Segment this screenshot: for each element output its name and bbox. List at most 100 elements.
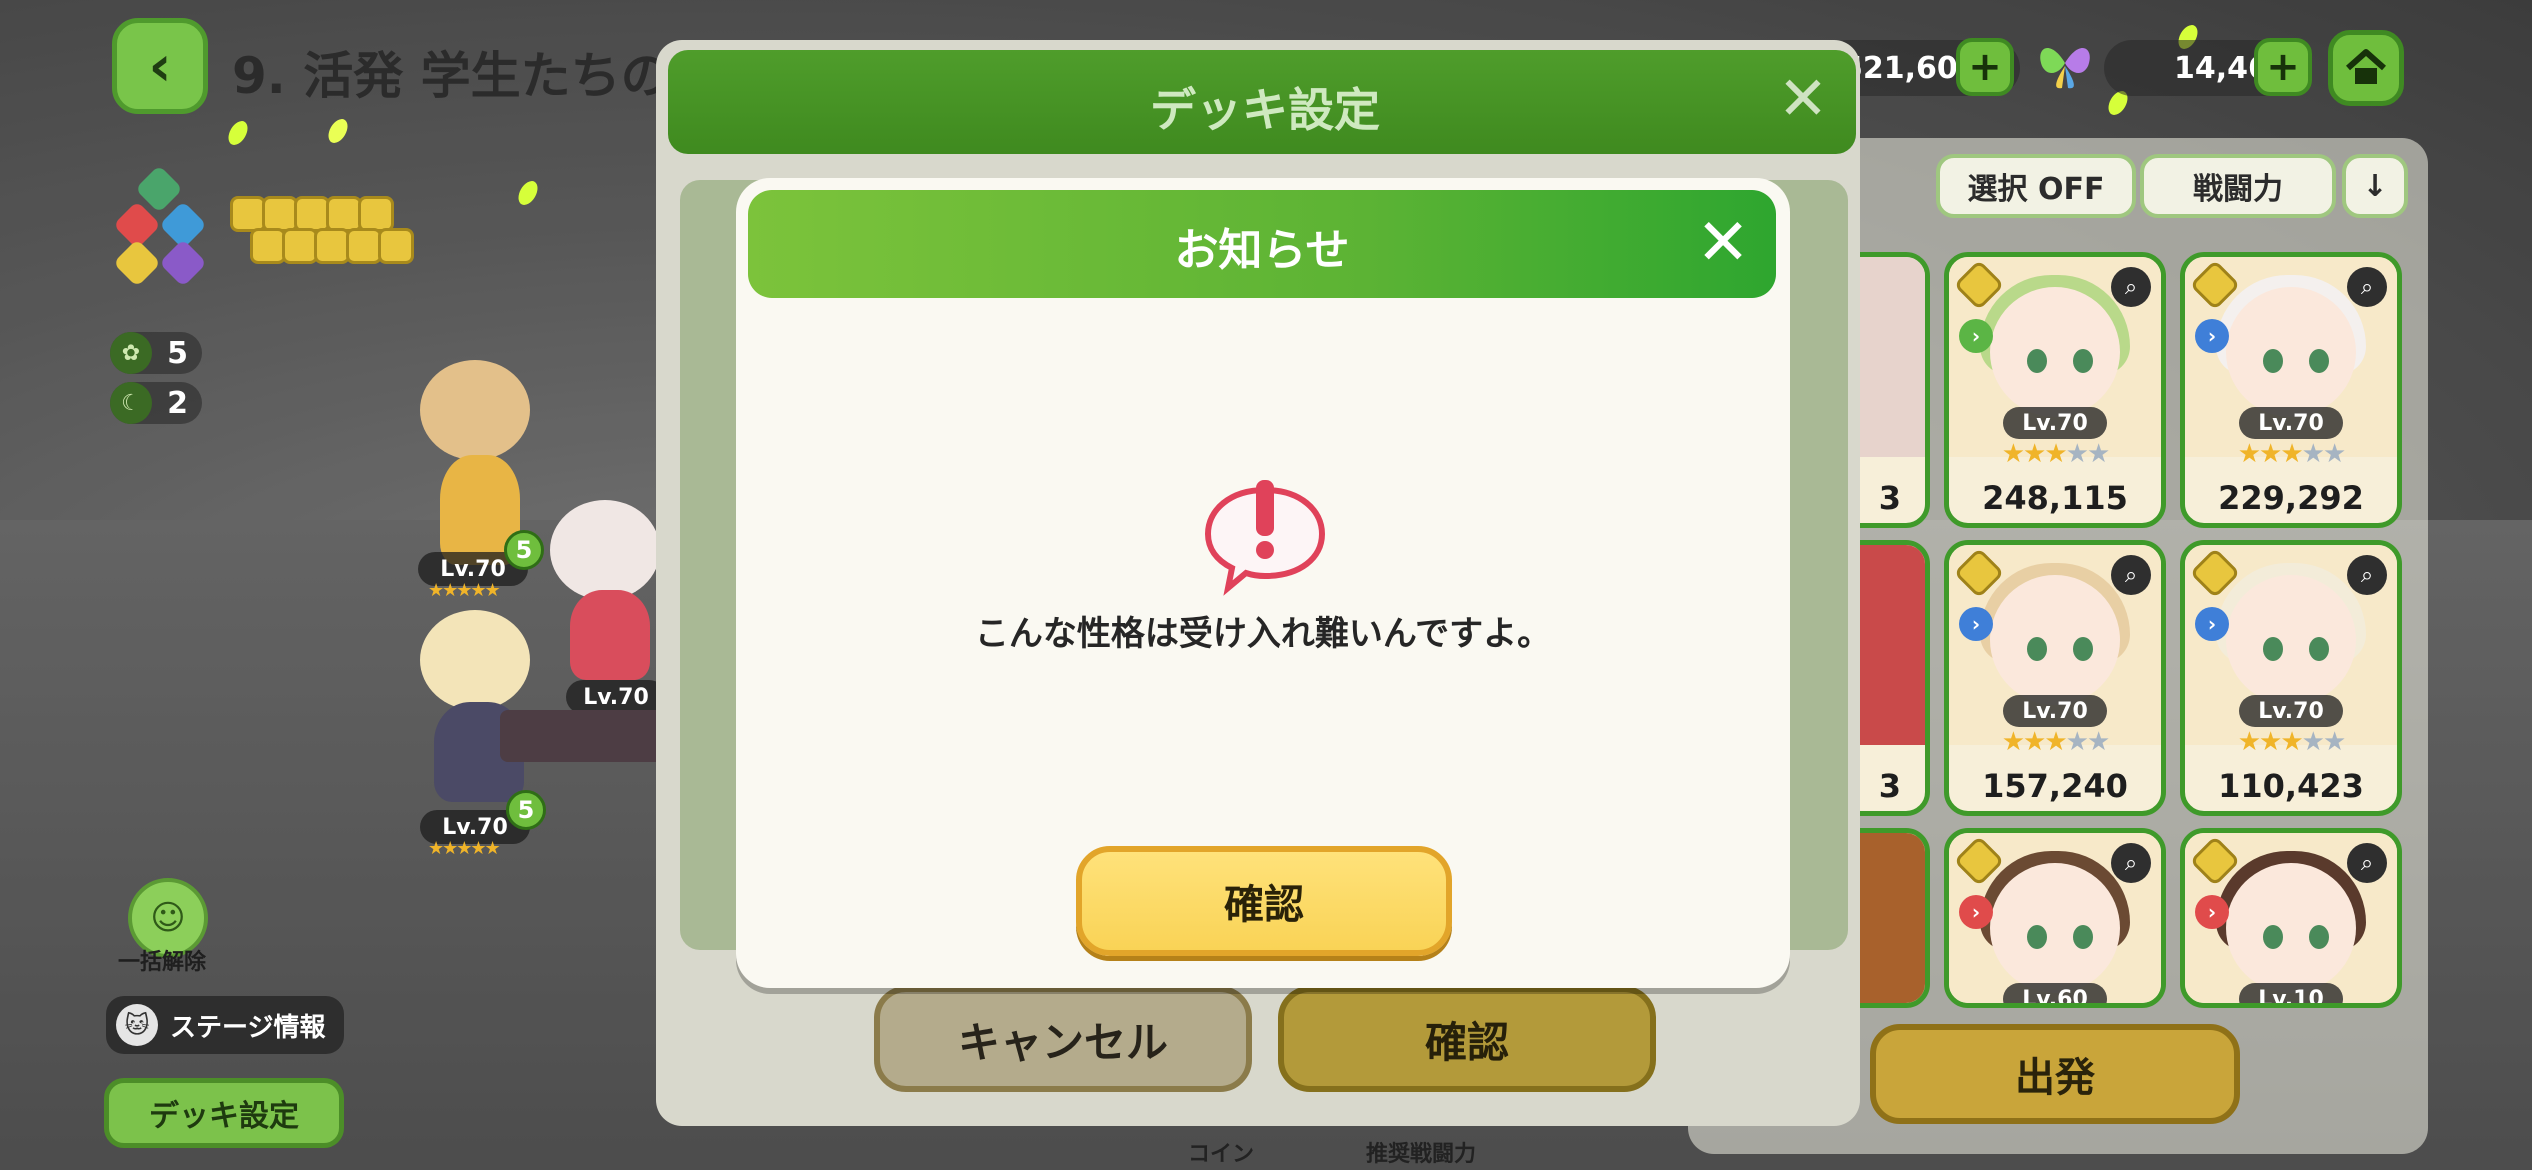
card-stars: ★★★★★: [1949, 439, 2161, 469]
moon-icon: ☾: [110, 382, 152, 424]
card-stars: ★★★★★: [1949, 727, 2161, 757]
star-icon: ★: [2280, 439, 2303, 469]
character-eye: [2027, 925, 2047, 949]
star-icon: ★: [2001, 727, 2025, 757]
character-eye: [2309, 637, 2329, 661]
depart-button[interactable]: 出発: [1870, 1024, 2240, 1124]
character-eye: [2309, 925, 2329, 949]
type-chevron-icon: ›: [1959, 895, 1993, 929]
stage-info-button[interactable]: 🐱 ステージ情報: [106, 996, 344, 1054]
star-icon: ★: [2301, 727, 2325, 757]
character-eye: [2263, 637, 2283, 661]
character-face: [1990, 863, 2120, 993]
character-card[interactable]: › ⌕ Lv.70 ★★★★★ 157,240: [1944, 540, 2166, 816]
star-icon: ★: [2237, 439, 2261, 469]
card-level: Lv.70: [2239, 695, 2343, 727]
deck-setting-button[interactable]: デッキ設定: [104, 1078, 344, 1148]
character-eye: [2073, 349, 2093, 373]
cannon-weapon: [500, 710, 670, 762]
star-icon: ★: [2259, 727, 2282, 757]
star-icon: ★: [2023, 439, 2046, 469]
close-icon: ✕: [1777, 64, 1829, 134]
character-face: [2226, 863, 2356, 993]
magnifier-icon[interactable]: ⌕: [2111, 267, 2151, 307]
face-icon: ☺: [150, 898, 186, 938]
notice-close-button[interactable]: ✕: [1688, 206, 1758, 280]
star-icon: ★: [2044, 727, 2067, 757]
honey-icon: [358, 196, 394, 232]
add-gold-button[interactable]: +: [1956, 38, 2014, 96]
notice-title: お知らせ: [1174, 225, 1350, 276]
honey-icon: [378, 228, 414, 264]
star-icon: ★: [2065, 439, 2089, 469]
card-level: Lv.70: [2239, 407, 2343, 439]
character-card[interactable]: › ⌕ Lv.70 ★★★★★ 248,115: [1944, 252, 2166, 528]
character-card[interactable]: › ⌕ Lv.60: [1944, 828, 2166, 1008]
type-chevron-icon: ›: [2195, 607, 2229, 641]
card-power: 229,292: [2218, 479, 2364, 517]
ok-button[interactable]: 確認: [1076, 846, 1452, 956]
cancel-button[interactable]: キャンセル: [874, 986, 1252, 1092]
magnifier-icon[interactable]: ⌕: [2347, 843, 2387, 883]
character-eye: [2027, 349, 2047, 373]
power-sort-button[interactable]: 戦闘力: [2140, 154, 2336, 218]
type-chevron-icon: ›: [2195, 895, 2229, 929]
honey-icon: [294, 196, 330, 232]
cat-icon: 🐱: [116, 1004, 158, 1046]
unit-slot[interactable]: Lv.70 5 ★★★★★: [390, 610, 670, 860]
star-icon: ★: [2322, 727, 2346, 757]
magnifier-icon[interactable]: ⌕: [2347, 267, 2387, 307]
character-card[interactable]: › ⌕ Lv.10: [2180, 828, 2402, 1008]
star-icon: ★: [2001, 439, 2025, 469]
card-level: Lv.10: [2239, 983, 2343, 1003]
honey-icon: [250, 228, 286, 264]
character-eye: [2073, 925, 2093, 949]
star-icon: ★: [2086, 727, 2110, 757]
star-icon: ★: [2237, 727, 2261, 757]
unit-head: [420, 610, 530, 710]
sort-order-button[interactable]: ↓: [2342, 154, 2408, 218]
type-chevron-icon: ›: [2195, 319, 2229, 353]
honey-icon: [314, 228, 350, 264]
butterfly-icon: [2030, 28, 2100, 98]
unit-stars: ★★★★★: [428, 838, 501, 859]
select-off-button[interactable]: 選択 OFF: [1936, 154, 2136, 218]
card-level: Lv.70: [2003, 695, 2107, 727]
type-chevron-icon: ›: [1959, 607, 1993, 641]
magnifier-icon[interactable]: ⌕: [2111, 555, 2151, 595]
coin-label: コイン: [1188, 1142, 1255, 1167]
character-face: [2226, 575, 2356, 705]
close-icon: ✕: [1696, 206, 1750, 280]
paw-icon: ✿: [110, 332, 152, 374]
character-face: [1990, 287, 2120, 417]
paw-count: ✿ 5: [110, 332, 202, 374]
honey-icon: [282, 228, 318, 264]
add-crystal-button[interactable]: +: [2254, 38, 2312, 96]
character-card[interactable]: › ⌕ Lv.70 ★★★★★ 110,423: [2180, 540, 2402, 816]
notice-message: こんな性格は受け入れ難いんですよ。: [974, 614, 1552, 654]
honey-icon: [346, 228, 382, 264]
deck-confirm-button[interactable]: 確認: [1278, 986, 1656, 1092]
back-button[interactable]: ‹: [112, 18, 208, 114]
chevron-left-icon: ‹: [148, 33, 172, 99]
star-icon: ★: [2065, 727, 2089, 757]
unit-stars: ★★★★★: [428, 580, 501, 601]
card-power: 110,423: [2218, 767, 2364, 805]
star-icon: ★: [2086, 439, 2110, 469]
character-card[interactable]: › ⌕ Lv.70 ★★★★★ 229,292: [2180, 252, 2402, 528]
star-icon: ★: [2023, 727, 2046, 757]
deck-close-button[interactable]: ✕: [1772, 64, 1834, 134]
magnifier-icon[interactable]: ⌕: [2111, 843, 2151, 883]
release-all-label: 一括解除: [118, 950, 207, 975]
magnifier-icon[interactable]: ⌕: [2347, 555, 2387, 595]
honey-icon: [262, 196, 298, 232]
character-face: [2226, 287, 2356, 417]
honey-icon: [230, 196, 266, 232]
card-level: Lv.60: [2003, 983, 2107, 1003]
star-icon: ★: [2259, 439, 2282, 469]
character-eye: [2263, 925, 2283, 949]
character-eye: [2263, 349, 2283, 373]
star-icon: ★: [2322, 439, 2346, 469]
card-power: 157,240: [1982, 767, 2128, 805]
home-button[interactable]: [2328, 30, 2404, 106]
